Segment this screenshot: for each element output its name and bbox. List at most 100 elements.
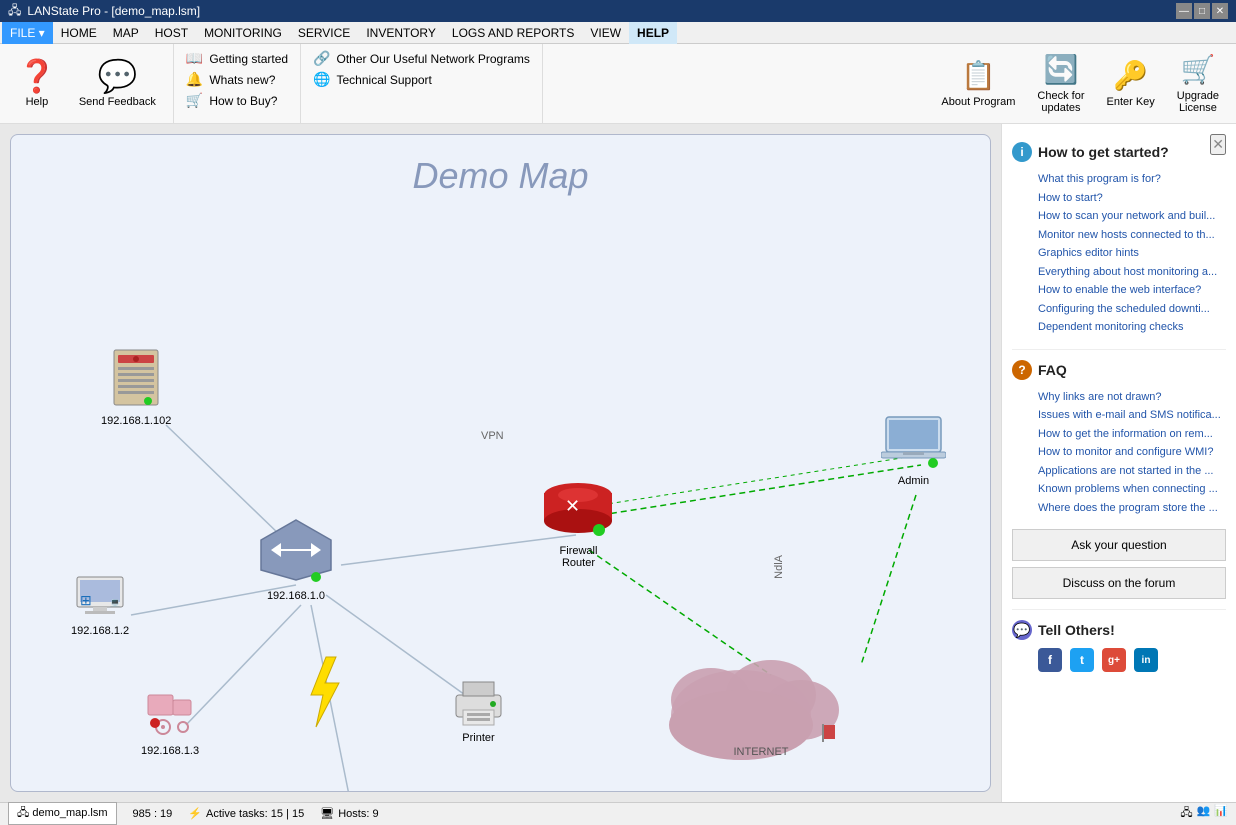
faq-section: ? FAQ Why links are not drawn? Issues wi… xyxy=(1012,360,1226,518)
faq-link-sms[interactable]: Issues with e-mail and SMS notifica... xyxy=(1012,406,1226,425)
other-programs-label: Other Our Useful Network Programs xyxy=(337,52,530,66)
discuss-forum-button[interactable]: Discuss on the forum xyxy=(1012,567,1226,599)
switch-icon xyxy=(256,515,336,585)
app-icon: 🖧 xyxy=(8,1,21,22)
facebook-button[interactable]: f xyxy=(1038,648,1062,672)
help-icon: ❓ xyxy=(17,60,57,92)
how-to-buy-link[interactable]: 🛒 How to Buy? xyxy=(182,90,281,111)
tell-others-title: 💬 Tell Others! xyxy=(1012,620,1226,640)
menu-logs[interactable]: LOGS AND REPORTS xyxy=(444,22,582,44)
status-icon2: 👥 xyxy=(1197,804,1211,823)
statusbar-tab[interactable]: 🖧 demo_map.lsm xyxy=(8,802,117,825)
enter-key-button[interactable]: 🔑 Enter Key xyxy=(1097,54,1163,113)
node-pc1[interactable]: ⊞ 💻 192.168.1.2 xyxy=(71,575,129,637)
map-canvas[interactable]: Demo Map xyxy=(10,134,991,792)
faq-link-store[interactable]: Where does the program store the ... xyxy=(1012,499,1226,518)
technical-support-link[interactable]: 🌐 Technical Support xyxy=(309,69,436,90)
link-monitor-new-hosts[interactable]: Monitor new hosts connected to th... xyxy=(1012,226,1226,245)
ndla-label: NdlA xyxy=(773,555,785,579)
node-lightning[interactable] xyxy=(301,655,346,730)
server-icon xyxy=(106,345,166,410)
feedback-icon: 💬 xyxy=(97,60,137,92)
updates-label: Check for updates xyxy=(1037,90,1084,114)
node-device[interactable]: 192.168.1.3 xyxy=(141,685,199,757)
node-printer[interactable]: Printer xyxy=(451,680,506,744)
node-switch[interactable]: 192.168.1.0 xyxy=(256,515,336,602)
node-server[interactable]: 192.168.1.102 xyxy=(101,345,171,427)
node-admin[interactable]: Admin xyxy=(881,415,946,487)
statusbar: 🖧 demo_map.lsm 985 : 19 ⚡ Active tasks: … xyxy=(0,802,1236,824)
faq-link-apps[interactable]: Applications are not started in the ... xyxy=(1012,462,1226,481)
active-tasks-display: ⚡ Active tasks: 15 | 15 xyxy=(188,807,304,820)
divider2 xyxy=(1012,609,1226,610)
ask-question-button[interactable]: Ask your question xyxy=(1012,529,1226,561)
link-web-interface[interactable]: How to enable the web interface? xyxy=(1012,281,1226,300)
about-program-button[interactable]: 📋 About Program xyxy=(932,54,1024,113)
map-title: Demo Map xyxy=(11,135,990,197)
panel-close-button[interactable]: ✕ xyxy=(1210,134,1226,155)
internet-label: INTERNET xyxy=(734,746,789,758)
link-dependent-monitoring[interactable]: Dependent monitoring checks xyxy=(1012,318,1226,337)
menu-service[interactable]: SERVICE xyxy=(290,22,358,44)
toolbar-links-group2: 🔗 Other Our Useful Network Programs 🌐 Te… xyxy=(301,44,543,123)
faq-icon: ? xyxy=(1012,360,1032,380)
link-how-start[interactable]: How to start? xyxy=(1012,189,1226,208)
menu-file[interactable]: FILE ▾ xyxy=(2,22,53,44)
globe-icon: 🌐 xyxy=(313,71,330,88)
getting-started-link[interactable]: 📖 Getting started xyxy=(182,48,292,69)
link-what-program[interactable]: What this program is for? xyxy=(1012,170,1226,189)
help-label: Help xyxy=(26,96,49,108)
link-host-monitoring[interactable]: Everything about host monitoring a... xyxy=(1012,263,1226,282)
hosts-icon: 🖥 xyxy=(320,807,334,820)
getting-started-label: Getting started xyxy=(209,52,288,66)
check-updates-button[interactable]: 🔄 Check for updates xyxy=(1028,48,1093,119)
linkedin-button[interactable]: in xyxy=(1134,648,1158,672)
menu-host[interactable]: HOST xyxy=(147,22,196,44)
tab-label: demo_map.lsm xyxy=(32,807,107,819)
tell-others-heading: Tell Others! xyxy=(1038,622,1115,638)
toolbar-spacer xyxy=(543,44,925,123)
whats-new-link[interactable]: 🔔 Whats new? xyxy=(182,69,279,90)
faq-link-links[interactable]: Why links are not drawn? xyxy=(1012,388,1226,407)
twitter-button[interactable]: t xyxy=(1070,648,1094,672)
help-button[interactable]: ❓ Help xyxy=(8,55,66,113)
menu-help[interactable]: HELP xyxy=(629,22,677,44)
other-programs-link[interactable]: 🔗 Other Our Useful Network Programs xyxy=(309,48,534,69)
faq-link-wmi[interactable]: How to monitor and configure WMI? xyxy=(1012,443,1226,462)
upgrade-license-button[interactable]: 🛒 Upgrade License xyxy=(1168,48,1228,119)
menu-inventory[interactable]: INVENTORY xyxy=(358,22,444,44)
minimize-button[interactable]: — xyxy=(1176,3,1192,19)
node-firewall[interactable]: ✕ Firewall Router xyxy=(541,475,616,569)
faq-link-known[interactable]: Known problems when connecting ... xyxy=(1012,480,1226,499)
titlebar: 🖧 LANState Pro - [demo_map.lsm] — □ ✕ xyxy=(0,0,1236,22)
maximize-button[interactable]: □ xyxy=(1194,3,1210,19)
svg-text:💻: 💻 xyxy=(110,598,120,607)
pc1-icon: ⊞ 💻 xyxy=(75,575,125,620)
how-to-start-title: i How to get started? xyxy=(1012,142,1210,162)
faq-heading: FAQ xyxy=(1038,362,1067,378)
link-graphics-editor[interactable]: Graphics editor hints xyxy=(1012,244,1226,263)
menu-monitoring[interactable]: MONITORING xyxy=(196,22,290,44)
hosts-display: 🖥 Hosts: 9 xyxy=(320,807,378,820)
menu-home[interactable]: HOME xyxy=(53,22,105,44)
faq-link-remote[interactable]: How to get the information on rem... xyxy=(1012,425,1226,444)
enter-key-label: Enter Key xyxy=(1106,96,1154,108)
about-label: About Program xyxy=(941,96,1015,108)
menu-view[interactable]: VIEW xyxy=(582,22,629,44)
menu-map[interactable]: MAP xyxy=(105,22,147,44)
device-icon xyxy=(143,685,198,740)
close-button[interactable]: ✕ xyxy=(1212,3,1228,19)
smartphone-icon: ⊞ xyxy=(314,790,374,792)
svg-text:⊞: ⊞ xyxy=(80,592,92,608)
node-smartphone[interactable]: ⊞ My smartphone xyxy=(306,790,382,792)
feedback-button[interactable]: 💬 Send Feedback xyxy=(70,55,165,113)
bell-icon: 🔔 xyxy=(186,71,203,88)
link-scheduled-downtime[interactable]: Configuring the scheduled downti... xyxy=(1012,300,1226,319)
window-controls: — □ ✕ xyxy=(1176,3,1228,19)
tell-icon: 💬 xyxy=(1012,620,1032,640)
googleplus-button[interactable]: g+ xyxy=(1102,648,1126,672)
tab-icon: 🖧 xyxy=(17,807,32,819)
map-area[interactable]: Demo Map xyxy=(0,124,1001,802)
how-to-start-section: i How to get started? What this program … xyxy=(1012,142,1226,337)
link-scan-network[interactable]: How to scan your network and buil... xyxy=(1012,207,1226,226)
